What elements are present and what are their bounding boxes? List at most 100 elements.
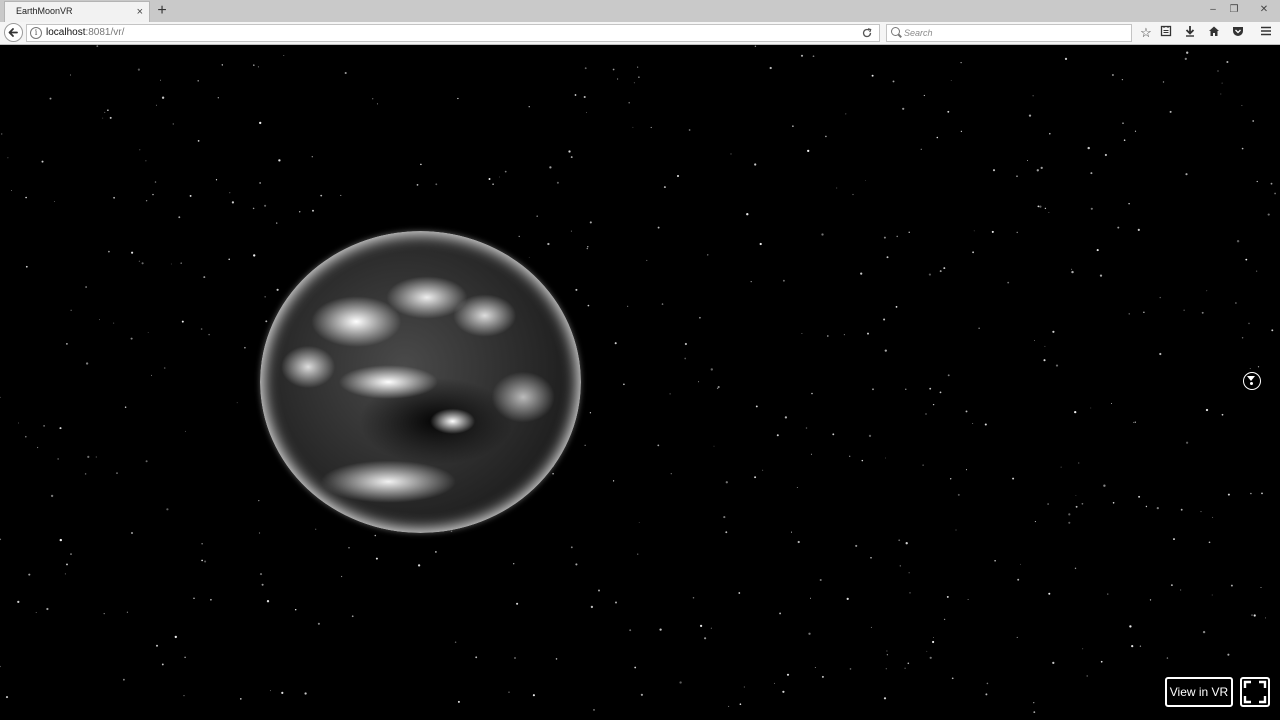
search-bar[interactable]: Search bbox=[886, 24, 1132, 42]
back-button[interactable] bbox=[4, 23, 23, 42]
reload-icon[interactable] bbox=[861, 26, 873, 43]
star bbox=[1099, 274, 1103, 277]
menu-icon[interactable] bbox=[1258, 25, 1274, 41]
star bbox=[35, 612, 37, 613]
address-bar[interactable]: i localhost:8081/vr/ bbox=[26, 24, 880, 42]
star bbox=[898, 539, 901, 542]
star bbox=[131, 251, 134, 254]
star bbox=[1134, 130, 1137, 132]
gaze-cursor-icon[interactable] bbox=[1243, 372, 1261, 390]
star bbox=[886, 654, 889, 656]
star bbox=[973, 230, 975, 232]
star bbox=[1149, 599, 1152, 601]
star bbox=[1037, 205, 1040, 208]
star bbox=[1180, 508, 1183, 511]
star bbox=[181, 320, 184, 323]
star bbox=[1252, 120, 1255, 122]
star bbox=[670, 473, 672, 475]
star bbox=[417, 564, 421, 567]
star bbox=[1245, 258, 1248, 261]
star bbox=[155, 644, 159, 647]
star bbox=[819, 578, 822, 582]
star bbox=[872, 388, 874, 391]
star bbox=[1162, 81, 1165, 83]
url-text[interactable]: localhost:8081/vr/ bbox=[46, 27, 124, 38]
star bbox=[984, 423, 987, 426]
star bbox=[612, 480, 615, 482]
new-tab-button[interactable]: + bbox=[153, 2, 171, 20]
star bbox=[852, 193, 854, 196]
fullscreen-button[interactable] bbox=[1240, 677, 1270, 707]
star bbox=[103, 612, 105, 615]
reading-list-icon[interactable] bbox=[1158, 25, 1174, 41]
pocket-icon[interactable] bbox=[1230, 25, 1246, 41]
browser-window: EarthMoonVR × + – ❐ ✕ i localhost:8081/v… bbox=[0, 0, 1280, 720]
star bbox=[69, 74, 71, 76]
star bbox=[276, 222, 278, 224]
star bbox=[965, 469, 968, 471]
star bbox=[1074, 567, 1077, 570]
star bbox=[707, 254, 709, 256]
minimize-button[interactable]: – bbox=[1205, 3, 1221, 17]
download-icon[interactable] bbox=[1182, 25, 1198, 41]
view-in-vr-button[interactable]: View in VR bbox=[1165, 677, 1233, 707]
star bbox=[1016, 175, 1018, 178]
star bbox=[1138, 495, 1141, 498]
star bbox=[1217, 70, 1219, 72]
star bbox=[570, 156, 573, 159]
star bbox=[928, 273, 931, 276]
star bbox=[1221, 413, 1224, 416]
search-input[interactable]: Search bbox=[904, 28, 933, 38]
star bbox=[1212, 516, 1214, 518]
star bbox=[236, 402, 238, 404]
star bbox=[217, 97, 219, 99]
star bbox=[1202, 630, 1206, 634]
star bbox=[312, 209, 314, 212]
star bbox=[811, 392, 813, 395]
star bbox=[796, 487, 798, 488]
star bbox=[259, 121, 262, 125]
star bbox=[1128, 203, 1130, 205]
star bbox=[1060, 466, 1062, 468]
star bbox=[139, 149, 141, 151]
star bbox=[25, 435, 27, 438]
star bbox=[627, 305, 629, 307]
star bbox=[130, 337, 133, 340]
star bbox=[754, 476, 757, 479]
star bbox=[587, 246, 589, 248]
star bbox=[64, 573, 66, 575]
bookmark-star-icon[interactable]: ☆ bbox=[1138, 25, 1154, 41]
star bbox=[617, 78, 619, 80]
star bbox=[1017, 578, 1020, 581]
tab-close-icon[interactable]: × bbox=[137, 5, 143, 19]
restore-button[interactable]: ❐ bbox=[1226, 3, 1242, 17]
star bbox=[1027, 160, 1028, 161]
star bbox=[1139, 645, 1142, 647]
tab-title: EarthMoonVR bbox=[16, 6, 73, 16]
star bbox=[252, 207, 255, 210]
close-window-button[interactable]: ✕ bbox=[1256, 3, 1272, 17]
star bbox=[650, 126, 652, 129]
star bbox=[759, 242, 762, 246]
star bbox=[151, 374, 152, 376]
star bbox=[1159, 296, 1161, 299]
star bbox=[739, 703, 742, 706]
star bbox=[883, 236, 886, 239]
star bbox=[717, 385, 720, 389]
star bbox=[372, 98, 374, 100]
star bbox=[1103, 484, 1106, 487]
star bbox=[315, 528, 317, 530]
star bbox=[536, 215, 538, 217]
star bbox=[1100, 660, 1103, 663]
site-info-icon[interactable]: i bbox=[30, 27, 42, 39]
tab-earthmoonvr[interactable]: EarthMoonVR × bbox=[4, 1, 150, 22]
star bbox=[985, 693, 988, 696]
home-icon[interactable] bbox=[1206, 25, 1222, 41]
star bbox=[1016, 231, 1018, 234]
star bbox=[203, 276, 206, 279]
star bbox=[1128, 313, 1130, 315]
star bbox=[1256, 270, 1258, 272]
vr-scene-canvas[interactable]: View in VR bbox=[0, 45, 1280, 720]
star bbox=[141, 262, 144, 265]
star bbox=[138, 260, 141, 262]
